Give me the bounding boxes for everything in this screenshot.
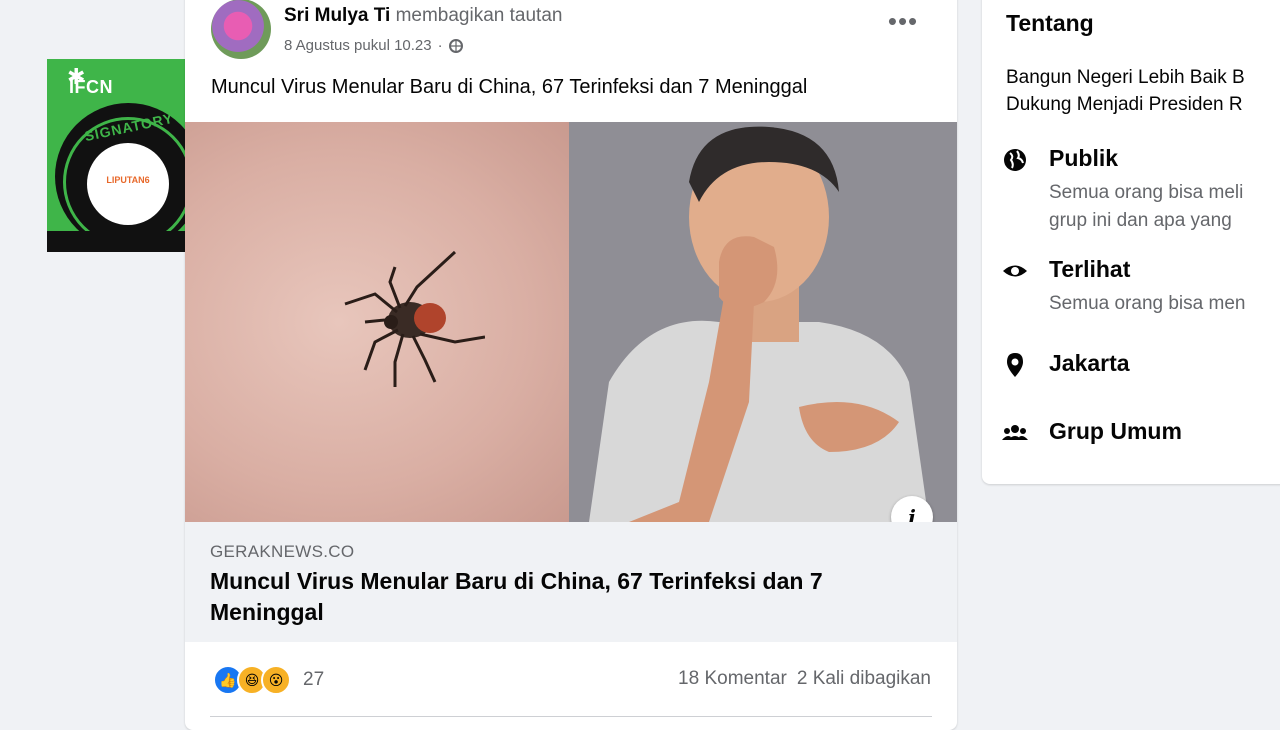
about-description-line-2: Dukung Menjadi Presiden R (1006, 94, 1243, 115)
coughing-man-image (589, 126, 929, 522)
about-item-sub: Semua orang bisa men (1049, 293, 1246, 314)
wow-icon: 😮 (261, 665, 291, 695)
link-title[interactable]: Muncul Virus Menular Baru di China, 67 T… (210, 566, 910, 628)
reactions-summary[interactable]: 👍 😆 😮 27 (213, 665, 324, 695)
more-icon[interactable]: ••• (885, 8, 921, 42)
tick-image (344, 250, 485, 387)
about-item-label: Grup Umum (1049, 418, 1182, 444)
post-text: Muncul Virus Menular Baru di China, 67 T… (211, 76, 808, 98)
divider (210, 716, 932, 717)
about-title: Tentang (1006, 10, 1094, 36)
link-preview-box[interactable]: GERAKNEWS.CO Muncul Virus Menular Baru d… (185, 522, 957, 642)
location-pin-icon (1007, 353, 1023, 377)
post-meta: 8 Agustus pukul 10.23 · (284, 37, 463, 54)
about-description-line-1: Bangun Negeri Lebih Baik B (1006, 67, 1245, 88)
post-action-text: membagikan tautan (395, 5, 563, 26)
shares-count[interactable]: 2 Kali dibagikan (797, 668, 931, 690)
about-item-sub: Semua orang bisa meli grup ini dan apa y… (1049, 182, 1244, 231)
post-card: Sri Mulya Ti membagikan tautan 8 Agustus… (185, 0, 957, 730)
globe-icon (448, 38, 463, 53)
author-name[interactable]: Sri Mulya Ti (284, 5, 390, 26)
link-preview-image[interactable] (185, 122, 957, 522)
post-author-line: Sri Mulya Ti membagikan tautan (284, 4, 562, 28)
avatar[interactable] (211, 0, 271, 59)
reaction-count: 27 (303, 669, 325, 690)
badge-ifcn-text: IFCN (69, 77, 113, 97)
about-item-label: Jakarta (1049, 350, 1130, 376)
post-stats: 18 Komentar 2 Kali dibagikan (678, 668, 931, 690)
link-domain: GERAKNEWS.CO (210, 542, 355, 561)
comments-count[interactable]: 18 Komentar (678, 668, 787, 690)
eye-icon (1003, 265, 1027, 277)
about-description: Bangun Negeri Lebih Baik B Dukung Menjad… (1006, 64, 1280, 118)
about-panel: Tentang Bangun Negeri Lebih Baik B Dukun… (982, 0, 1280, 484)
about-item-label: Terlihat (1049, 256, 1131, 282)
post-timestamp[interactable]: 8 Agustus pukul 10.23 (284, 37, 432, 54)
badge-liputan6-text: LIPUTAN6 (106, 175, 150, 185)
group-icon (1002, 425, 1028, 440)
about-item-label: Publik (1049, 145, 1119, 171)
globe-icon (1004, 149, 1026, 171)
